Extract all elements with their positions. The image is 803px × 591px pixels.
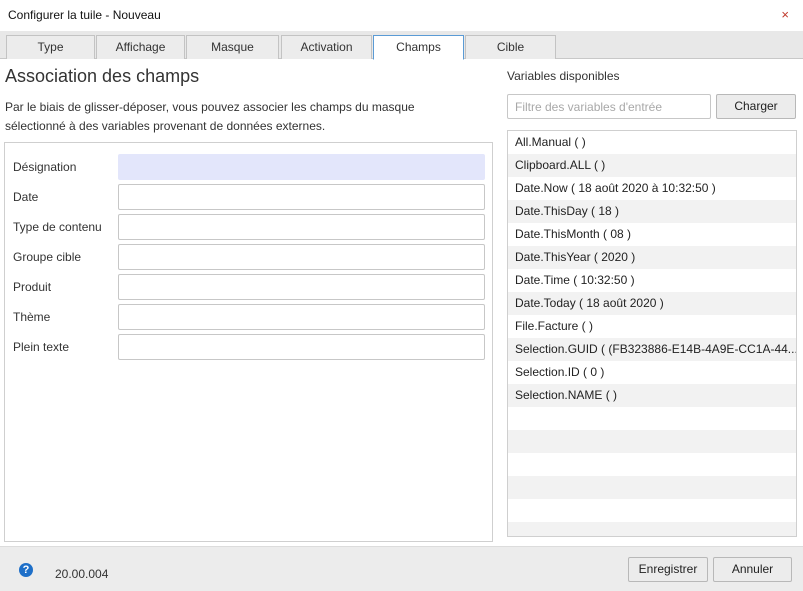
- content-type-field[interactable]: [118, 214, 485, 240]
- field-label: Produit: [13, 280, 52, 294]
- version-label: 20.00.004: [55, 567, 109, 581]
- list-item[interactable]: Date.Now ( 18 août 2020 à 10:32:50 ): [508, 177, 796, 200]
- tab-champs[interactable]: Champs: [373, 35, 464, 60]
- field-row-designation: Désignation: [5, 154, 492, 180]
- list-item[interactable]: File.Facture ( ): [508, 315, 796, 338]
- target-group-field[interactable]: [118, 244, 485, 270]
- designation-field[interactable]: [118, 154, 485, 180]
- variables-title: Variables disponibles: [507, 69, 620, 83]
- field-label: Plein texte: [13, 340, 70, 354]
- load-button[interactable]: Charger: [716, 94, 796, 119]
- empty-list-row: [508, 453, 796, 476]
- empty-list-row: [508, 407, 796, 430]
- list-item[interactable]: Clipboard.ALL ( ): [508, 154, 796, 177]
- tab-activation[interactable]: Activation: [281, 35, 372, 59]
- list-item[interactable]: All.Manual ( ): [508, 131, 796, 154]
- list-item[interactable]: Selection.NAME ( ): [508, 384, 796, 407]
- fields-panel: Désignation Date Type de contenu Groupe …: [4, 142, 493, 542]
- section-description: Par le biais de glisser-déposer, vous po…: [5, 100, 415, 133]
- section-title: Association des champs: [5, 66, 200, 86]
- save-button[interactable]: Enregistrer: [628, 557, 708, 582]
- product-field[interactable]: [118, 274, 485, 300]
- tab-masque[interactable]: Masque: [186, 35, 279, 59]
- variable-filter-input[interactable]: [507, 94, 711, 119]
- list-item[interactable]: Date.Time ( 10:32:50 ): [508, 269, 796, 292]
- field-label: Thème: [13, 310, 51, 324]
- field-row-theme: Thème: [5, 304, 492, 330]
- field-label: Date: [13, 190, 39, 204]
- window-title: Configurer la tuile - Nouveau: [8, 8, 161, 22]
- list-item[interactable]: Date.ThisDay ( 18 ): [508, 200, 796, 223]
- tab-type[interactable]: Type: [6, 35, 95, 59]
- field-label: Désignation: [13, 160, 77, 174]
- field-label: Type de contenu: [13, 220, 102, 234]
- title-bar: Configurer la tuile - Nouveau ×: [0, 0, 803, 31]
- close-icon[interactable]: ×: [781, 7, 789, 23]
- field-row-groupe-cible: Groupe cible: [5, 244, 492, 270]
- cancel-button[interactable]: Annuler: [713, 557, 792, 582]
- list-item[interactable]: Selection.ID ( 0 ): [508, 361, 796, 384]
- list-item[interactable]: Selection.GUID ( (FB323886-E14B-4A9E-CC1…: [508, 338, 796, 361]
- full-text-field[interactable]: [118, 334, 485, 360]
- variables-list: All.Manual ( ) Clipboard.ALL ( ) Date.No…: [507, 130, 797, 537]
- field-row-date: Date: [5, 184, 492, 210]
- empty-list-row: [508, 476, 796, 499]
- help-icon[interactable]: ?: [19, 563, 33, 577]
- empty-list-row: [508, 430, 796, 453]
- list-item[interactable]: Date.ThisYear ( 2020 ): [508, 246, 796, 269]
- empty-list-row: [508, 499, 796, 522]
- field-row-produit: Produit: [5, 274, 492, 300]
- list-item[interactable]: Date.Today ( 18 août 2020 ): [508, 292, 796, 315]
- field-row-plein-texte: Plein texte: [5, 334, 492, 360]
- tab-affichage[interactable]: Affichage: [96, 35, 185, 59]
- empty-list-row: [508, 522, 796, 536]
- footer: ? 20.00.004 Enregistrer Annuler: [0, 546, 803, 591]
- date-field[interactable]: [118, 184, 485, 210]
- theme-field[interactable]: [118, 304, 485, 330]
- tab-cible[interactable]: Cible: [465, 35, 556, 59]
- tab-strip: Type Affichage Masque Activation Champs …: [0, 31, 803, 60]
- list-item[interactable]: Date.ThisMonth ( 08 ): [508, 223, 796, 246]
- field-label: Groupe cible: [13, 250, 82, 264]
- field-row-type-de-contenu: Type de contenu: [5, 214, 492, 240]
